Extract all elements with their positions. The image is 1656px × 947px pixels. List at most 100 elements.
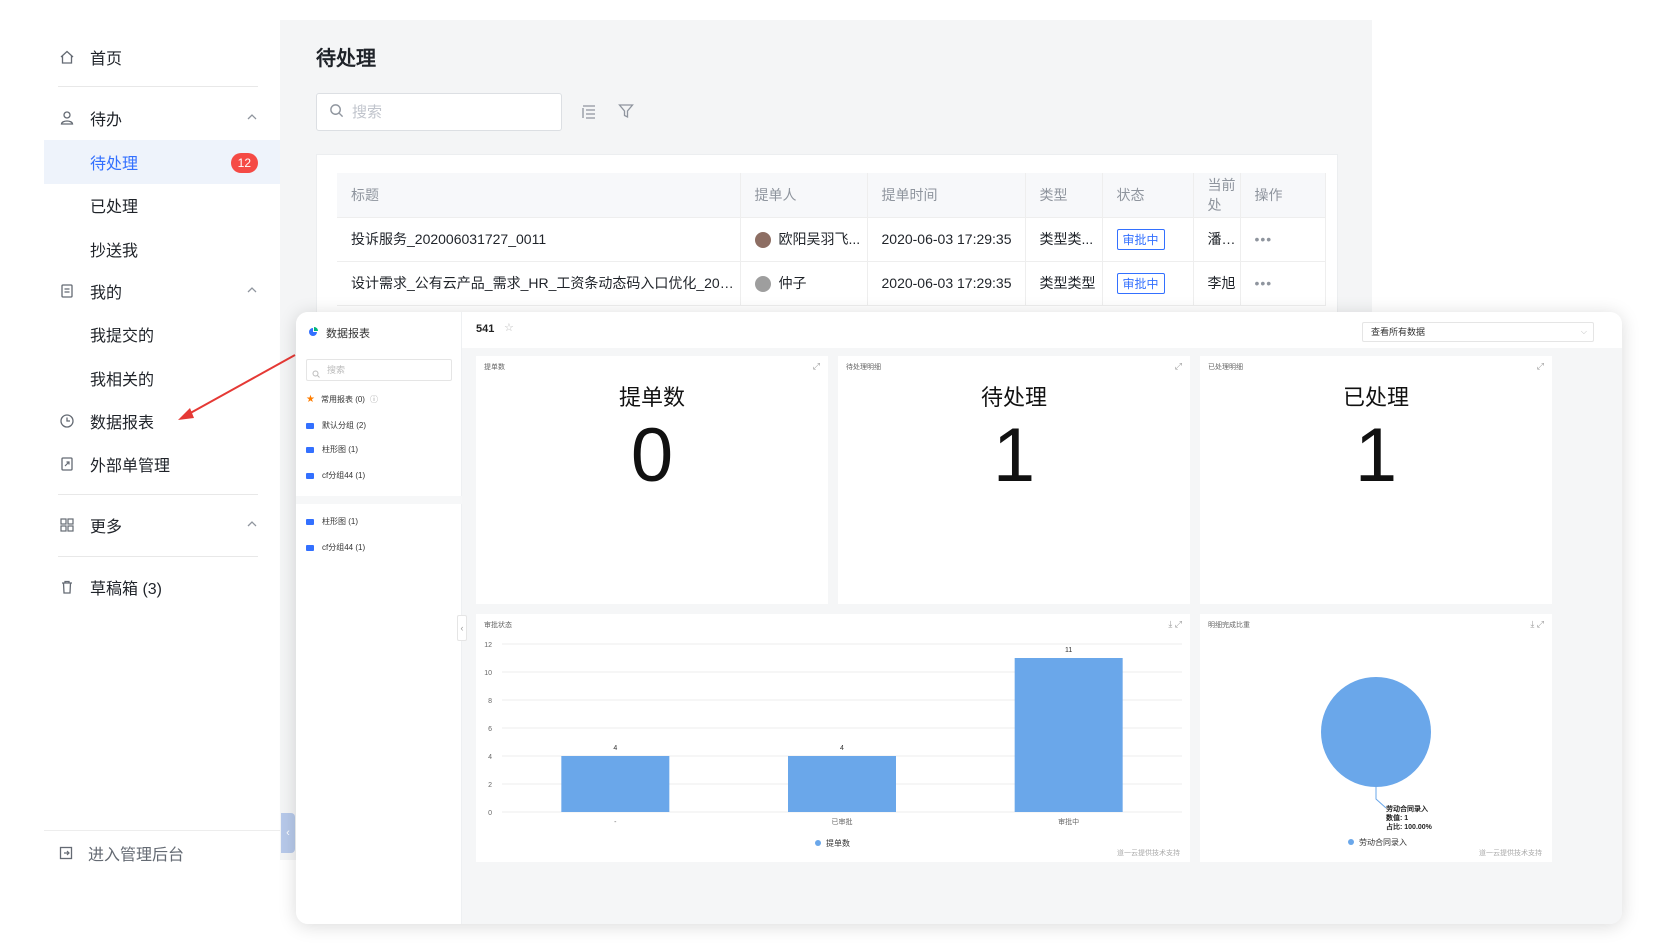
folder-icon bbox=[306, 518, 314, 525]
table-row[interactable]: 投诉服务_202006031727_0011 欧阳吴羽飞... 2020-06-… bbox=[337, 217, 1326, 262]
expand-icon[interactable]: ⤢ bbox=[813, 361, 820, 372]
nav-related-label: 我相关的 bbox=[90, 372, 155, 389]
row-title[interactable]: 投诉服务_202006031727_0011 bbox=[337, 217, 741, 262]
x-tick-label: 已审批 bbox=[832, 817, 853, 826]
bar bbox=[1014, 658, 1123, 812]
task-table-card: 标题 提单人 提单时间 类型 状态 当前处 操作 投诉服务_2020060317… bbox=[316, 154, 1338, 324]
tree-item-folder[interactable]: cf分组44 (1) bbox=[306, 542, 365, 553]
expand-icon[interactable]: ⤢ bbox=[1537, 361, 1544, 372]
filter-icon[interactable] bbox=[617, 102, 635, 125]
x-tick-label: - bbox=[614, 819, 617, 826]
star-outline-icon[interactable]: ☆ bbox=[504, 321, 514, 334]
folder-icon bbox=[306, 472, 314, 479]
avatar bbox=[754, 276, 771, 293]
nav-reports-label: 数据报表 bbox=[90, 415, 155, 432]
pie-data-label: 劳动合同录入 bbox=[1386, 804, 1428, 813]
row-submitter: 欧阳吴羽飞... bbox=[740, 217, 868, 262]
y-tick-label: 10 bbox=[484, 670, 492, 677]
tree-label: 常用报表 (0) bbox=[320, 395, 365, 404]
tree-item-folder[interactable]: 柱形图 (1) bbox=[306, 516, 358, 527]
y-tick-label: 2 bbox=[488, 782, 492, 789]
col-header[interactable]: 标题 bbox=[337, 173, 741, 218]
row-title[interactable]: 设计需求_公有云产品_需求_HR_工资条动态码入口优化_20201028 bbox=[337, 261, 741, 306]
x-tick-label: 审批中 bbox=[1058, 817, 1079, 826]
col-header[interactable]: 当前处 bbox=[1193, 173, 1241, 218]
nav-more[interactable]: 更多 bbox=[44, 503, 280, 547]
data-report-window: 数据报表 搜索 ★ 常用报表 (0) ⓘ 默认分组 (2) 柱形图 (1) cf分组… bbox=[296, 312, 1622, 924]
col-header[interactable]: 提单人 bbox=[740, 173, 868, 218]
legend-marker bbox=[1348, 839, 1354, 845]
nav-external[interactable]: 外部单管理 bbox=[44, 442, 280, 486]
view-select[interactable]: 查看所有数据 ⌵ bbox=[1362, 322, 1594, 342]
tree-label: 柱形图 (1) bbox=[322, 445, 358, 454]
nav-todo-label: 待办 bbox=[90, 112, 123, 129]
report-toolbar: 541 ☆ 查看所有数据 ⌵ bbox=[462, 312, 1622, 348]
tree-label: cf分组44 (1) bbox=[322, 471, 366, 480]
nav-home[interactable]: 首页 bbox=[44, 35, 280, 79]
row-status: 审批中 bbox=[1102, 217, 1194, 262]
more-actions-icon[interactable]: ••• bbox=[1255, 231, 1273, 247]
status-badge: 审批中 bbox=[1116, 272, 1165, 294]
kpi-panel: 待处理明细 ⤢ 待处理 1 bbox=[838, 356, 1190, 604]
tree-item-folder[interactable]: 默认分组 (2) bbox=[306, 420, 366, 431]
kpi-value: 1 bbox=[1354, 413, 1398, 498]
pending-count-badge: 12 bbox=[230, 153, 258, 173]
tree-label: 柱形图 (1) bbox=[322, 517, 358, 526]
annotation-arrow bbox=[178, 354, 296, 420]
nav-divider bbox=[58, 556, 258, 557]
bar-data-label: 4 bbox=[840, 745, 844, 752]
row-current: 潘宇明 bbox=[1193, 217, 1241, 262]
nav-divider bbox=[58, 494, 258, 495]
sidebar-collapse-tab[interactable]: ‹ bbox=[281, 813, 295, 853]
pie-leader-line bbox=[1375, 787, 1387, 809]
admin-link[interactable]: 进入管理后台 bbox=[44, 830, 280, 874]
row-submitter: 仲子 bbox=[740, 261, 868, 306]
clock-icon bbox=[58, 412, 76, 430]
nav-cc-me[interactable]: 抄送我 bbox=[44, 227, 280, 271]
credit-text: 道一云提供技术支持 bbox=[1479, 850, 1542, 857]
search-icon bbox=[329, 103, 344, 121]
nav-external-label: 外部单管理 bbox=[90, 458, 171, 475]
legend-label: 劳动合同录入 bbox=[1359, 837, 1407, 847]
kpi-label: 待处理 bbox=[980, 385, 1047, 410]
folder-icon bbox=[306, 446, 314, 453]
chevron-up-icon[interactable] bbox=[246, 110, 258, 128]
report-search-input[interactable]: 搜索 bbox=[306, 359, 452, 381]
search-input[interactable] bbox=[352, 103, 552, 121]
table-row[interactable]: 设计需求_公有云产品_需求_HR_工资条动态码入口优化_20201028 仲子 … bbox=[337, 261, 1326, 306]
more-actions-icon[interactable]: ••• bbox=[1255, 275, 1273, 291]
star-icon: ★ bbox=[306, 394, 315, 405]
nav-todo[interactable]: 待办 bbox=[44, 96, 280, 140]
chevron-up-icon[interactable] bbox=[246, 517, 258, 535]
kpi-panel: 提单数 ⤢ 提单数 0 bbox=[476, 356, 828, 604]
nav-mine[interactable]: 我的 bbox=[44, 269, 280, 313]
table-header-row: 标题 提单人 提单时间 类型 状态 当前处 操作 bbox=[337, 173, 1326, 218]
row-type: 类型类型 bbox=[1025, 261, 1103, 306]
tree-item-favorites[interactable]: ★ 常用报表 (0) ⓘ bbox=[306, 394, 378, 405]
kpi-label: 已处理 bbox=[1342, 385, 1409, 410]
nav-cc-me-label: 抄送我 bbox=[90, 243, 139, 260]
collapse-sidebar-button[interactable]: ‹ bbox=[457, 615, 467, 641]
expand-icon[interactable]: ⤢ bbox=[1175, 361, 1182, 372]
nav-pending[interactable]: 待处理 12 bbox=[44, 140, 280, 184]
left-nav: 首页 待办 待处理 12 已处理 抄送我 我的 我提交的 我相关的 数据报表 外… bbox=[0, 0, 280, 947]
exit-icon bbox=[58, 845, 74, 861]
chevron-up-icon[interactable] bbox=[246, 283, 258, 301]
home-icon bbox=[58, 48, 76, 66]
avatar bbox=[754, 232, 771, 249]
sort-icon[interactable] bbox=[580, 102, 598, 125]
col-header[interactable]: 提单时间 bbox=[867, 173, 1026, 218]
panel-title: 待处理明细 bbox=[846, 364, 881, 371]
report-sidebar-title: 数据报表 bbox=[326, 328, 370, 340]
nav-processed[interactable]: 已处理 bbox=[44, 183, 280, 227]
tree-item-folder[interactable]: cf分组44 (1) bbox=[306, 470, 365, 481]
bar-data-label: 11 bbox=[1065, 647, 1072, 654]
report-sidebar-header: 数据报表 bbox=[308, 325, 370, 341]
col-header[interactable]: 状态 bbox=[1102, 173, 1194, 218]
report-logo-icon bbox=[308, 326, 318, 340]
chevron-down-icon: ⌵ bbox=[1580, 327, 1587, 336]
col-header[interactable]: 类型 bbox=[1025, 173, 1103, 218]
search-box[interactable] bbox=[316, 93, 562, 131]
nav-drafts[interactable]: 草稿箱 (3) bbox=[44, 565, 280, 609]
tree-item-folder[interactable]: 柱形图 (1) bbox=[306, 444, 358, 455]
